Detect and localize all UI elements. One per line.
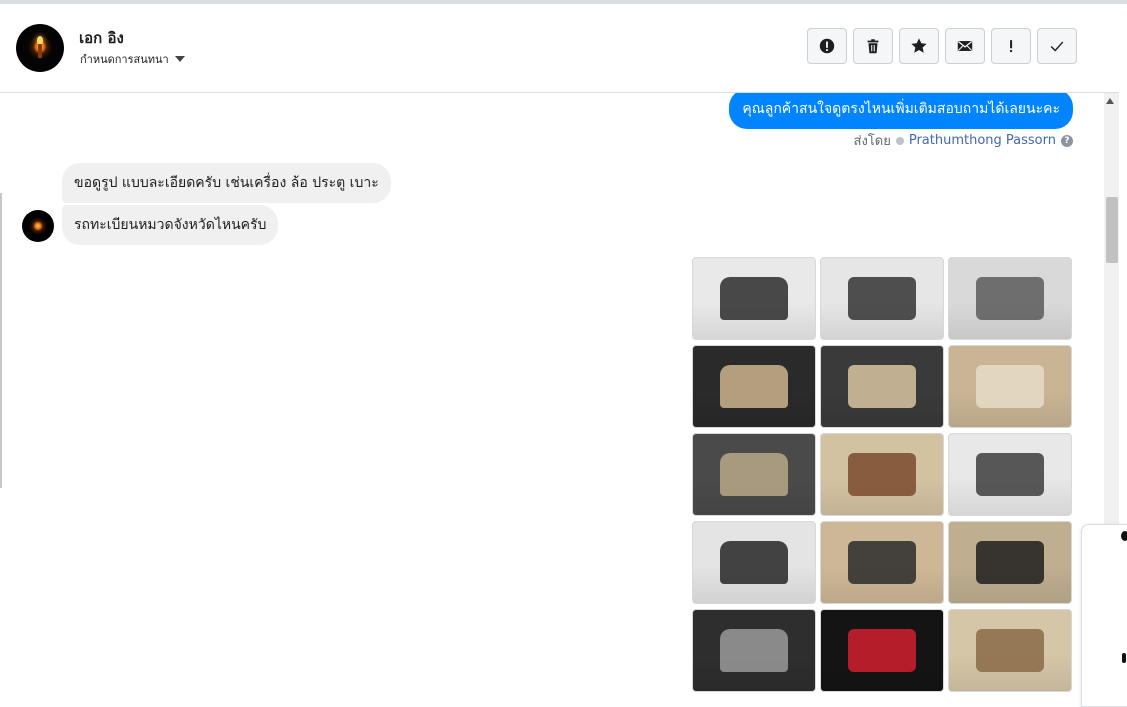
side-panel[interactable] [1081, 524, 1127, 707]
rear-cabin-photo[interactable] [820, 433, 944, 516]
conversation-settings-dropdown[interactable]: กำหนดการสนทนา [80, 50, 185, 68]
rear-seats-photo[interactable] [948, 609, 1072, 692]
photo-subject [719, 277, 789, 320]
captain-seats-photo[interactable] [948, 345, 1072, 428]
conversation-header: เอก อิง กำหนดการสนทนา [0, 4, 1119, 93]
side-panel-mark-icon [1122, 653, 1126, 663]
photo-subject [975, 453, 1045, 496]
photo-subject [975, 541, 1045, 584]
instrument-cluster-photo[interactable] [820, 609, 944, 692]
spam-button[interactable] [991, 28, 1031, 64]
done-button[interactable] [1037, 28, 1077, 64]
left-panel-edge [0, 193, 2, 488]
photo-subject [719, 453, 789, 496]
scroll-up-arrow-icon[interactable] [1106, 98, 1114, 104]
steering-wheel-photo[interactable] [820, 345, 944, 428]
scrollbar-thumb[interactable] [1106, 197, 1118, 263]
photo-subject [975, 277, 1045, 320]
sent-by-info: ส่งโดย Prathumthong Passorn ? [854, 130, 1073, 151]
photo-subject [719, 629, 789, 672]
candle [38, 44, 42, 58]
photo-subject [847, 541, 917, 584]
sender-avatar[interactable] [22, 210, 54, 242]
star-icon [911, 38, 927, 53]
door-interior-photo[interactable] [692, 345, 816, 428]
sender-name[interactable]: Prathumthong Passorn [909, 133, 1056, 148]
avatar[interactable] [16, 24, 64, 72]
check-icon [1050, 41, 1064, 52]
photo-subject [847, 365, 917, 408]
envelope-icon [957, 41, 973, 51]
van-front-angle-photo[interactable] [820, 257, 944, 340]
message-thread[interactable]: คุณลูกค้าสนใจดูตรงไหนเพิ่มเติมสอบถามได้เ… [0, 93, 1119, 705]
dashboard-console-photo[interactable] [692, 609, 816, 692]
seat-controls-photo[interactable] [948, 521, 1072, 604]
sender-dot-icon [895, 136, 904, 145]
sent-by-label: ส่งโดย [853, 134, 891, 149]
report-button[interactable] [807, 28, 847, 64]
delete-button[interactable] [853, 28, 893, 64]
front-seats-photo[interactable] [820, 521, 944, 604]
incoming-message[interactable]: รถทะเบียนหมวดจังหวัดไหนครับ [62, 205, 279, 245]
van-side-rear-photo[interactable] [692, 521, 816, 604]
van-front-photo[interactable] [692, 257, 816, 340]
photo-gallery [692, 257, 1072, 692]
photo-subject [847, 453, 917, 496]
side-panel-dot-icon [1121, 531, 1127, 541]
mark-unread-button[interactable] [945, 28, 985, 64]
conversation-toolbar [807, 28, 1077, 64]
incoming-message[interactable]: ขอดูรูป แบบละเอียดครับ เช่นเครื่อง ล้อ ป… [62, 163, 391, 203]
photo-subject [975, 629, 1045, 672]
photo-subject [847, 629, 917, 672]
star-button[interactable] [899, 28, 939, 64]
photo-subject [847, 277, 917, 320]
help-icon[interactable]: ? [1061, 134, 1073, 147]
exclamation-circle-icon [819, 38, 835, 54]
gear-shift-photo[interactable] [692, 433, 816, 516]
caret-down-icon [174, 56, 185, 62]
conversation-settings-label: กำหนดการสนทนา [80, 53, 169, 66]
van-wheel-photo[interactable] [948, 257, 1072, 340]
exclamation-icon [1010, 40, 1013, 53]
van-rear-photo[interactable] [948, 433, 1072, 516]
photo-subject [719, 365, 789, 408]
outgoing-message[interactable]: คุณลูกค้าสนใจดูตรงไหนเพิ่มเติมสอบถามได้เ… [729, 93, 1073, 129]
contact-name[interactable]: เอก อิง [79, 26, 124, 50]
photo-subject [975, 365, 1045, 408]
trash-icon [867, 39, 879, 54]
photo-subject [719, 541, 789, 584]
